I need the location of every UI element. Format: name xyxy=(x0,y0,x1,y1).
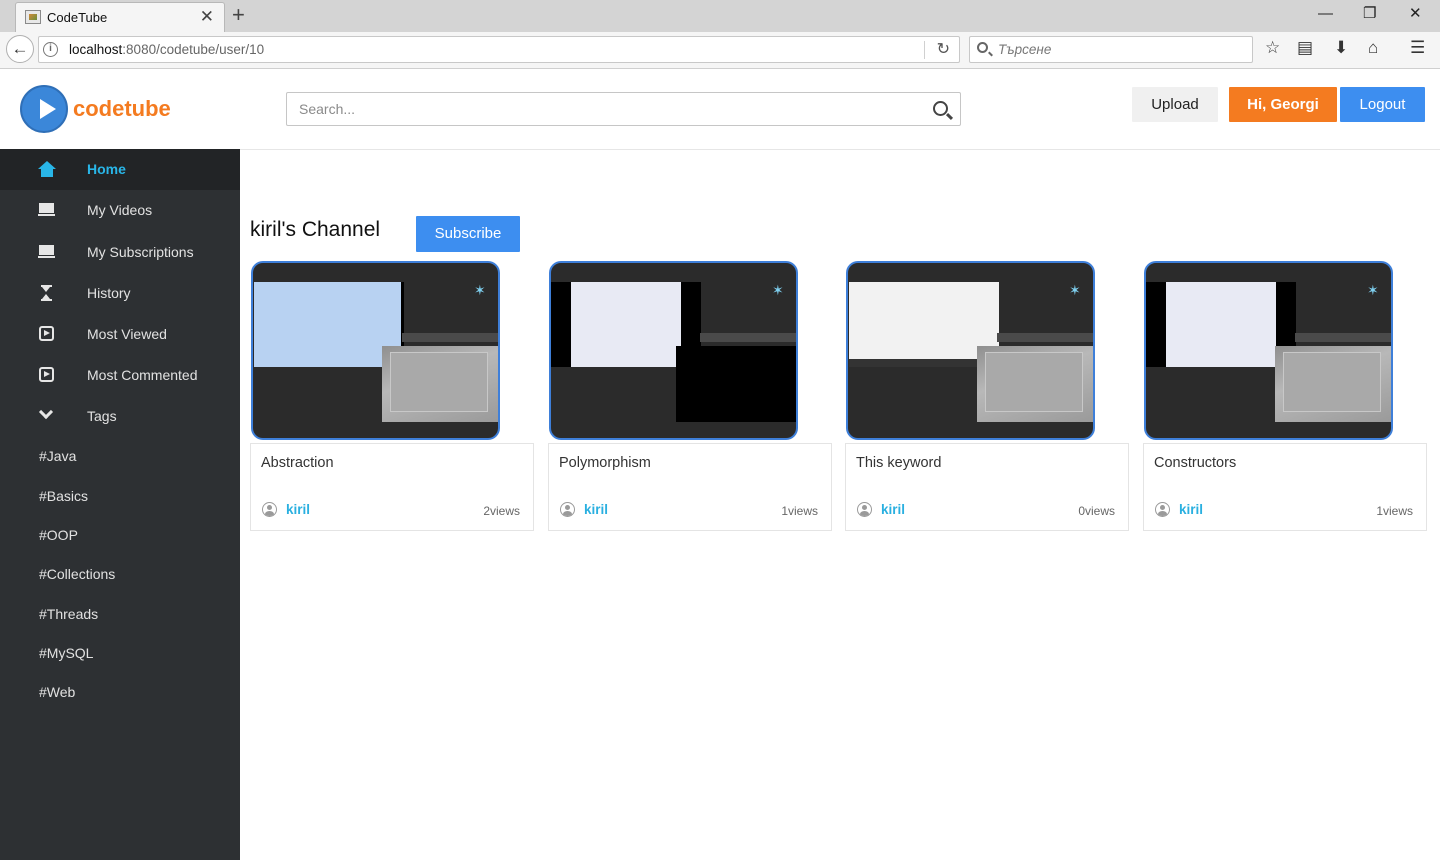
screen-icon xyxy=(38,202,56,218)
reading-list-icon[interactable]: ▤ xyxy=(1297,38,1313,58)
hourglass-icon xyxy=(38,285,56,301)
logo-text[interactable]: codetube xyxy=(73,96,171,122)
tab-title: CodeTube xyxy=(47,10,108,25)
video-title[interactable]: This keyword xyxy=(856,455,941,471)
user-greeting-button[interactable]: Hi, Georgi xyxy=(1229,87,1337,122)
sidebar-item-home[interactable]: Home xyxy=(0,149,240,190)
video-thumbnail[interactable]: ✶ xyxy=(251,261,500,440)
reload-icon[interactable]: ↻ xyxy=(937,39,950,59)
tag-link-web[interactable]: #Web xyxy=(39,684,75,700)
search-input[interactable] xyxy=(287,93,907,125)
new-tab-icon[interactable]: + xyxy=(232,3,245,27)
video-info: Constructors kiril 1views xyxy=(1143,443,1427,531)
video-views: 1views xyxy=(1376,504,1413,518)
video-views: 2views xyxy=(483,504,520,518)
sidebar-item-label: My Videos xyxy=(87,202,153,218)
channel-star-icon: ✶ xyxy=(772,282,784,298)
avatar-icon xyxy=(1155,502,1170,517)
browser-navbar: ← i localhost:8080/codetube/user/10 ↻ Тъ… xyxy=(0,32,1440,69)
sidebar-item-label: My Subscriptions xyxy=(87,244,194,260)
search-icon[interactable] xyxy=(933,101,948,116)
chevron-down-icon xyxy=(38,404,56,424)
sidebar-item-label: Tags xyxy=(87,408,117,424)
video-card[interactable]: ✶ Polymorphism kiril 1views xyxy=(548,261,832,531)
avatar-icon xyxy=(560,502,575,517)
sidebar-item-label: History xyxy=(87,285,131,301)
webcam-overlay xyxy=(1275,346,1391,422)
sidebar-item-label: Home xyxy=(87,161,126,177)
sidebar-item-label: Most Commented xyxy=(87,367,198,383)
tag-link-collections[interactable]: #Collections xyxy=(39,566,115,582)
sidebar-item-history[interactable]: History xyxy=(0,273,240,314)
video-thumbnail[interactable]: ✶ xyxy=(549,261,798,440)
logout-button[interactable]: Logout xyxy=(1340,87,1425,122)
video-info: Abstraction kiril 2views xyxy=(250,443,534,531)
channel-star-icon: ✶ xyxy=(1367,282,1379,298)
channel-title: kiril's Channel xyxy=(250,218,381,241)
url-text: localhost:8080/codetube/user/10 xyxy=(69,42,265,57)
home-browser-icon[interactable]: ⌂ xyxy=(1368,38,1378,58)
play-icon xyxy=(38,367,56,383)
video-author[interactable]: kiril xyxy=(881,502,905,517)
search-bar xyxy=(286,92,961,126)
menu-icon[interactable]: ☰ xyxy=(1410,38,1425,58)
download-icon[interactable]: ⬇ xyxy=(1334,38,1348,58)
video-title[interactable]: Abstraction xyxy=(261,455,334,471)
sidebar: Home My Videos My Subscriptions History … xyxy=(0,149,240,860)
webcam-overlay xyxy=(977,346,1093,422)
video-info: Polymorphism kiril 1views xyxy=(548,443,832,531)
browser-tabbar: CodeTube ✕ + — ❐ ✕ xyxy=(0,0,1440,32)
tag-link-java[interactable]: #Java xyxy=(39,448,76,464)
sidebar-item-label: Most Viewed xyxy=(87,326,167,342)
info-icon[interactable]: i xyxy=(43,42,58,57)
restore-icon[interactable]: ❐ xyxy=(1363,3,1376,25)
favicon-icon xyxy=(25,10,41,24)
close-tab-icon[interactable]: ✕ xyxy=(200,7,214,27)
video-card[interactable]: ✶ Constructors kiril 1views xyxy=(1143,261,1427,531)
upload-button[interactable]: Upload xyxy=(1132,87,1218,122)
video-info: This keyword kiril 0views xyxy=(845,443,1129,531)
browser-search-placeholder: Търсене xyxy=(998,42,1052,57)
logo-play-icon[interactable] xyxy=(20,85,68,133)
address-bar[interactable]: i localhost:8080/codetube/user/10 ↻ xyxy=(38,36,960,63)
tag-link-basics[interactable]: #Basics xyxy=(39,488,88,504)
tag-link-threads[interactable]: #Threads xyxy=(39,606,98,622)
video-title[interactable]: Polymorphism xyxy=(559,455,651,471)
app-header: codetube Upload Hi, Georgi Logout xyxy=(0,69,1440,150)
sidebar-item-most-commented[interactable]: Most Commented xyxy=(0,355,240,396)
home-icon xyxy=(38,161,56,177)
video-views: 1views xyxy=(781,504,818,518)
video-views: 0views xyxy=(1078,504,1115,518)
video-title[interactable]: Constructors xyxy=(1154,455,1236,471)
video-thumbnail[interactable]: ✶ xyxy=(846,261,1095,440)
tag-link-oop[interactable]: #OOP xyxy=(39,527,78,543)
play-icon xyxy=(38,326,56,342)
video-thumbnail[interactable]: ✶ xyxy=(1144,261,1393,440)
sidebar-item-my-subscriptions[interactable]: My Subscriptions xyxy=(0,232,240,273)
browser-tab[interactable]: CodeTube ✕ xyxy=(15,2,225,32)
video-author[interactable]: kiril xyxy=(1179,502,1203,517)
avatar-icon xyxy=(857,502,872,517)
star-icon[interactable]: ☆ xyxy=(1265,38,1280,58)
screen-icon xyxy=(38,244,56,260)
search-icon xyxy=(977,42,988,53)
channel-star-icon: ✶ xyxy=(1069,282,1081,298)
tag-link-mysql[interactable]: #MySQL xyxy=(39,645,93,661)
sidebar-item-my-videos[interactable]: My Videos xyxy=(0,190,240,231)
video-author[interactable]: kiril xyxy=(286,502,310,517)
sidebar-item-tags[interactable]: Tags xyxy=(0,396,240,437)
subscribe-button[interactable]: Subscribe xyxy=(416,216,520,252)
video-author[interactable]: kiril xyxy=(584,502,608,517)
video-card[interactable]: ✶ This keyword kiril 0views xyxy=(845,261,1129,531)
url-divider xyxy=(924,41,925,59)
channel-star-icon: ✶ xyxy=(474,282,486,298)
video-card[interactable]: ✶ Abstraction kiril 2views xyxy=(250,261,534,531)
sidebar-item-most-viewed[interactable]: Most Viewed xyxy=(0,314,240,355)
browser-search-field[interactable]: Търсене xyxy=(969,36,1253,63)
avatar-icon xyxy=(262,502,277,517)
back-arrow-icon[interactable]: ← xyxy=(6,35,34,63)
webcam-overlay xyxy=(382,346,498,422)
close-window-icon[interactable]: ✕ xyxy=(1409,3,1422,25)
minimize-icon[interactable]: — xyxy=(1318,3,1333,25)
